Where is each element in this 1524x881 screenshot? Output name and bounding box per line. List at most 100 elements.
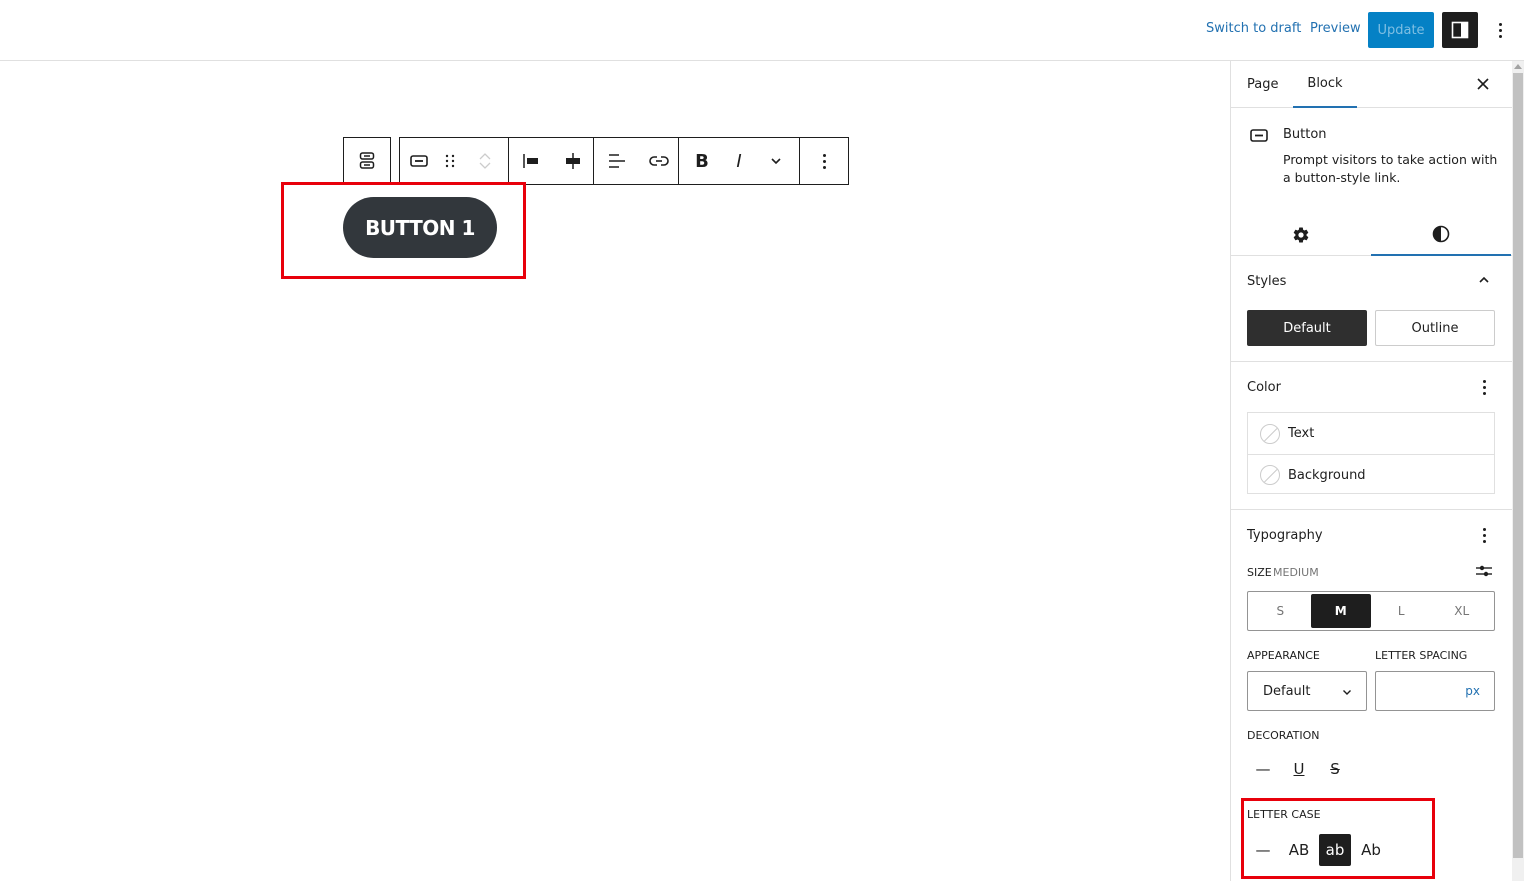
underline-icon: U	[1293, 760, 1305, 778]
decoration-underline-button[interactable]: U	[1283, 753, 1315, 785]
italic-button[interactable]: I	[725, 138, 753, 184]
color-item-label: Text	[1288, 426, 1315, 441]
block-description: Prompt visitors to take action with a bu…	[1283, 152, 1498, 185]
font-size-picker: S M L XL	[1247, 591, 1495, 631]
editor-header: Switch to draft Preview Update	[0, 0, 1524, 61]
size-l-option[interactable]: L	[1371, 594, 1432, 628]
justify-group	[509, 138, 594, 184]
size-label: SIZE	[1247, 566, 1272, 579]
custom-size-button[interactable]	[1474, 561, 1494, 581]
typography-options-button[interactable]	[1474, 525, 1494, 545]
letter-spacing-input[interactable]: px	[1375, 671, 1495, 711]
block-options-button[interactable]	[800, 138, 848, 184]
sliders-icon	[1476, 565, 1492, 577]
appearance-value: Default	[1263, 683, 1311, 699]
switch-to-draft-link[interactable]: Switch to draft	[1206, 21, 1301, 36]
decoration-strikethrough-button[interactable]: S	[1319, 753, 1351, 785]
gear-icon	[1293, 227, 1309, 243]
block-title: Button	[1283, 127, 1327, 142]
justify-center-icon	[566, 153, 580, 169]
letter-case-none-button[interactable]: —	[1247, 834, 1279, 866]
button-block-icon	[410, 155, 428, 167]
text-align-button[interactable]	[594, 138, 640, 184]
block-inspector-tabs	[1231, 213, 1513, 256]
link-button[interactable]	[640, 138, 678, 184]
letter-case-label: LETTER CASE	[1247, 808, 1321, 821]
link-icon	[649, 156, 669, 166]
color-item-text[interactable]: Text	[1248, 413, 1494, 454]
close-sidebar-button[interactable]	[1474, 75, 1492, 93]
scroll-up-arrow-icon[interactable]	[1514, 64, 1522, 69]
sidebar-panel-icon	[1451, 21, 1469, 39]
bold-icon: B	[695, 150, 709, 172]
drag-handle-icon	[445, 154, 455, 168]
letter-case-uppercase-button[interactable]: AB	[1283, 834, 1315, 866]
contrast-icon	[1432, 225, 1450, 242]
block-type-button[interactable]	[400, 138, 438, 184]
color-panel: Color Text Background	[1231, 362, 1513, 510]
chevron-down-icon	[771, 158, 781, 165]
appearance-label: APPEARANCE	[1247, 649, 1320, 662]
style-outline-button[interactable]: Outline	[1375, 310, 1495, 346]
decoration-label: DECORATION	[1247, 729, 1320, 742]
bold-button[interactable]: B	[679, 138, 725, 184]
drag-handle[interactable]	[438, 138, 462, 184]
color-item-label: Background	[1288, 467, 1366, 483]
color-panel-title: Color	[1247, 380, 1281, 395]
tab-page[interactable]: Page	[1247, 61, 1278, 108]
move-down-icon[interactable]	[478, 161, 492, 171]
move-up-icon[interactable]	[478, 151, 492, 161]
preview-link[interactable]: Preview	[1310, 21, 1361, 36]
chevron-up-icon	[1479, 276, 1489, 283]
kebab-icon	[1474, 523, 1494, 547]
tab-styles[interactable]	[1371, 213, 1511, 256]
settings-toggle-button[interactable]	[1442, 12, 1478, 48]
styles-panel: Styles Default Outline	[1231, 256, 1513, 362]
justify-center-button[interactable]	[553, 138, 593, 184]
italic-icon: I	[736, 150, 742, 172]
format-group	[594, 138, 679, 184]
color-item-background[interactable]: Background	[1248, 454, 1494, 495]
size-s-option[interactable]: S	[1250, 594, 1311, 628]
typography-panel-title: Typography	[1247, 528, 1323, 543]
more-formats-button[interactable]	[753, 138, 799, 184]
collapse-styles-button[interactable]	[1474, 270, 1494, 290]
settings-sidebar: Page Block Button Prompt visitors to tak…	[1230, 61, 1513, 881]
appearance-select[interactable]: Default	[1247, 671, 1367, 711]
size-xl-option[interactable]: XL	[1432, 594, 1493, 628]
parent-block-toolbar	[343, 137, 391, 185]
justify-left-icon	[523, 154, 538, 168]
size-m-option[interactable]: M	[1310, 594, 1371, 628]
styles-panel-title[interactable]: Styles	[1247, 274, 1286, 289]
tab-block[interactable]: Block	[1293, 61, 1357, 108]
letter-case-lowercase-button[interactable]: ab	[1319, 834, 1351, 866]
close-icon	[1477, 78, 1489, 90]
empty-swatch-icon	[1260, 465, 1280, 485]
move-buttons	[462, 138, 508, 184]
block-toolbar: B I	[399, 137, 849, 185]
letter-case-capitalize-button[interactable]: Ab	[1355, 834, 1387, 866]
dash-icon: —	[1255, 760, 1271, 778]
options-group	[800, 138, 848, 184]
scrollbar-thumb[interactable]	[1513, 73, 1523, 858]
buttons-block-icon	[359, 152, 375, 169]
sidebar-scrollbar[interactable]	[1512, 61, 1524, 881]
tab-settings[interactable]	[1231, 213, 1371, 256]
color-options-button[interactable]	[1474, 377, 1494, 397]
button-block-icon	[1250, 129, 1268, 142]
size-value: MEDIUM	[1273, 566, 1319, 579]
canvas-button-block[interactable]: BUTTON 1	[343, 197, 497, 258]
chevron-down-icon	[1343, 690, 1351, 695]
select-parent-buttons-button[interactable]	[344, 138, 390, 184]
options-menu-button[interactable]	[1490, 18, 1510, 42]
letter-spacing-label: LETTER SPACING	[1375, 649, 1468, 662]
color-list: Text Background	[1247, 412, 1495, 494]
kebab-icon	[1474, 375, 1494, 399]
decoration-none-button[interactable]: —	[1247, 753, 1279, 785]
style-default-button[interactable]: Default	[1247, 310, 1367, 346]
letter-spacing-unit-select[interactable]: px	[1465, 684, 1480, 698]
strikethrough-icon: S	[1330, 760, 1340, 778]
empty-swatch-icon	[1260, 423, 1280, 444]
update-button[interactable]: Update	[1368, 12, 1434, 48]
justify-left-button[interactable]	[509, 138, 553, 184]
